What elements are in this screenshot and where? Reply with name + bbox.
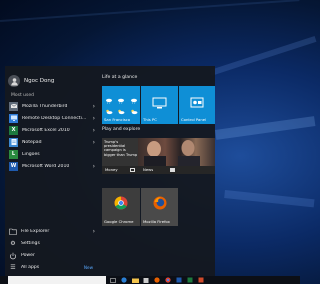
money-icon — [130, 168, 135, 172]
cloud-rain-icon — [117, 89, 125, 104]
user-avatar-icon — [8, 75, 20, 87]
desktop-light-streak — [224, 190, 315, 208]
app-item-word[interactable]: W Microsoft Word 2010 › — [9, 160, 97, 172]
news-tile[interactable]: Trump's presidential campaign is bigger … — [102, 138, 215, 174]
weather-tile[interactable]: San Francisco — [102, 86, 140, 124]
power-button[interactable]: Power — [9, 250, 97, 261]
firefox-label: Mozilla Firefox — [143, 219, 170, 224]
app-item-notepad[interactable]: Notepad › — [9, 136, 97, 148]
lingoes-icon: L — [9, 149, 18, 159]
bottom-item-label: File Explorer — [21, 229, 50, 234]
app-item-thunderbird[interactable]: Mozilla Thunderbird › — [9, 100, 97, 112]
taskbar — [0, 276, 300, 284]
bottom-item-label: Settings — [21, 241, 40, 246]
money-label: Money — [105, 167, 118, 172]
news-icon — [170, 168, 175, 172]
weather-day — [129, 100, 138, 115]
app-item-lingoes[interactable]: L Lingoes — [9, 148, 97, 160]
firefox-icon — [153, 195, 167, 214]
news-photo — [138, 138, 215, 166]
app-label: Mozilla Thunderbird — [22, 103, 68, 109]
bottom-item-label: All apps — [21, 265, 40, 270]
folder-taskbar-icon[interactable] — [131, 276, 139, 284]
cloud-rain-icon — [130, 89, 138, 104]
computer-icon — [152, 95, 167, 114]
all-apps-button[interactable]: ☰ All apps New — [9, 262, 97, 273]
file-explorer-button[interactable]: File Explorer › — [9, 226, 97, 237]
weather-forecast — [104, 89, 138, 104]
remote-desktop-icon — [9, 113, 18, 123]
gear-icon: ⚙ — [10, 240, 16, 247]
weather-forecast — [104, 100, 138, 115]
chevron-right-icon[interactable]: › — [89, 163, 95, 170]
settings-button[interactable]: ⚙ Settings — [9, 238, 97, 249]
edge-icon[interactable] — [120, 276, 128, 284]
play-and-explore-header: Play and explore — [102, 127, 141, 132]
desktop-light-streak — [210, 36, 317, 76]
most-used-label: Most used — [11, 93, 34, 98]
app-taskbar-icon[interactable] — [197, 276, 205, 284]
news-caption-bar — [102, 166, 215, 174]
cloud-rain-icon — [105, 89, 113, 104]
mozilla-firefox-tile[interactable]: Mozilla Firefox — [141, 188, 178, 226]
weather-day — [104, 89, 113, 104]
task-view-icon[interactable] — [109, 276, 117, 284]
app-label: Microsoft Excel 2010 — [22, 127, 70, 133]
weather-day — [129, 89, 138, 104]
sun-cloud-icon — [105, 100, 113, 115]
sun-cloud-icon — [130, 100, 138, 115]
this-pc-label: This PC — [143, 117, 157, 122]
this-pc-tile[interactable]: This PC — [141, 86, 178, 124]
excel-icon: X — [9, 125, 18, 135]
notepad-icon — [9, 137, 18, 147]
start-left-column: Ngoc Dong Most used Mozilla Thunderbird … — [5, 66, 97, 277]
sun-cloud-icon — [117, 100, 125, 115]
thunderbird-icon — [9, 101, 18, 111]
chrome-taskbar-icon[interactable] — [164, 276, 172, 284]
chevron-right-icon[interactable]: › — [89, 103, 95, 110]
control-panel-tile[interactable]: Control Panel — [179, 86, 215, 124]
desktop-light-streak — [215, 116, 316, 140]
app-label: Remote Desktop Connecti... — [22, 115, 87, 121]
user-name: Ngoc Dong — [24, 78, 55, 84]
weather-tile-label: San Francisco — [104, 117, 131, 122]
firefox-taskbar-icon[interactable] — [153, 276, 161, 284]
weather-day — [104, 100, 113, 115]
user-account-button[interactable]: Ngoc Dong — [8, 74, 95, 88]
chevron-right-icon[interactable]: › — [89, 115, 95, 122]
desktop-light-streak — [0, 0, 300, 22]
chevron-right-icon[interactable]: › — [89, 228, 95, 235]
taskbar-search-box[interactable] — [8, 276, 106, 284]
chevron-right-icon[interactable]: › — [89, 127, 95, 134]
chevron-right-icon[interactable]: › — [89, 139, 95, 146]
life-at-a-glance-header: Life at a glance — [102, 75, 138, 80]
power-icon — [9, 252, 17, 260]
word-taskbar-icon[interactable] — [175, 276, 183, 284]
news-label: News — [143, 167, 154, 172]
chrome-icon — [114, 195, 128, 214]
weather-day — [117, 89, 126, 104]
word-icon: W — [9, 161, 18, 171]
app-label: Lingoes — [22, 151, 40, 157]
app-label: Notepad — [22, 139, 42, 145]
control-panel-label: Control Panel — [181, 117, 207, 122]
folder-icon — [9, 228, 17, 236]
app-label: Microsoft Word 2010 — [22, 163, 70, 169]
weather-day — [117, 100, 126, 115]
start-menu: Ngoc Dong Most used Mozilla Thunderbird … — [5, 66, 215, 277]
control-panel-icon — [190, 95, 204, 114]
excel-taskbar-icon[interactable] — [186, 276, 194, 284]
app-item-excel[interactable]: X Microsoft Excel 2010 › — [9, 124, 97, 136]
store-icon[interactable] — [142, 276, 150, 284]
bottom-item-label: Power — [21, 253, 35, 258]
list-icon: ☰ — [10, 264, 16, 271]
new-badge: New — [83, 265, 93, 270]
news-headline: Trump's presidential campaign is bigger … — [104, 140, 138, 157]
chrome-label: Google Chrome — [104, 219, 134, 224]
google-chrome-tile[interactable]: Google Chrome — [102, 188, 140, 226]
app-item-remote-desktop[interactable]: Remote Desktop Connecti... › — [9, 112, 97, 124]
